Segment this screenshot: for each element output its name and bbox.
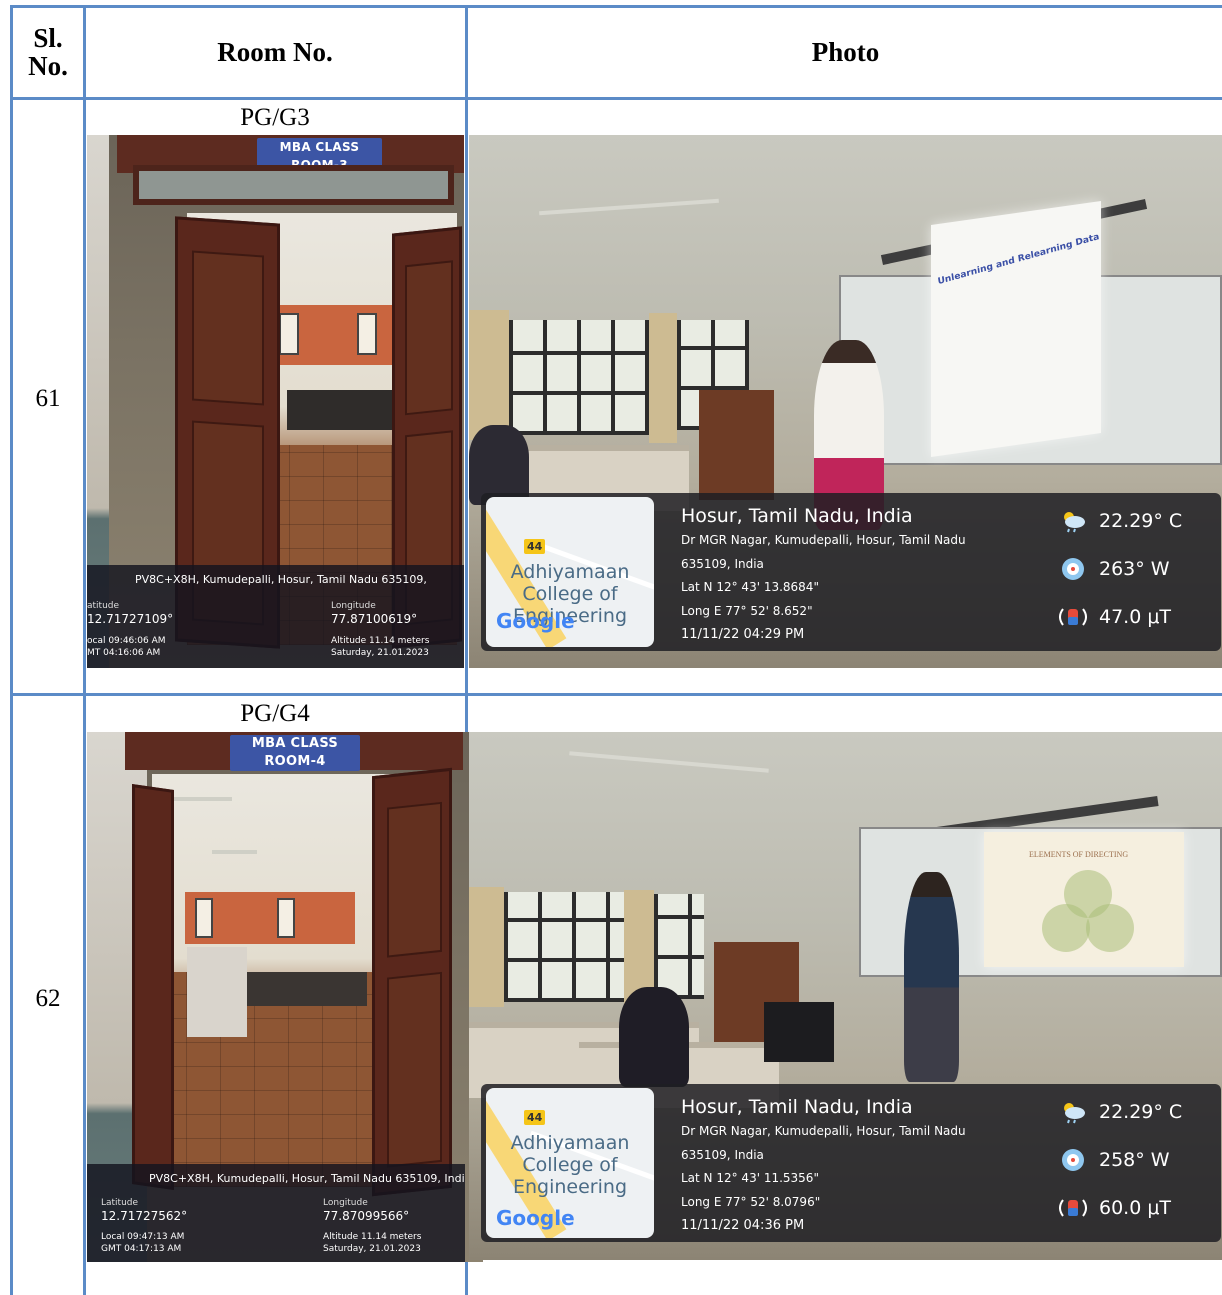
geotag-address: PV8C+X8H, Kumudepalli, Hosur, Tamil Nadu… <box>149 1172 465 1185</box>
presenter <box>904 872 959 1082</box>
classroom-photo-pg-g4: ELEMENTS OF DIRECTING 44 Adhiyamaan Coll… <box>469 732 1222 1260</box>
ceiling-fan <box>539 198 719 216</box>
gps-card: 44 Adhiyamaan College of Engineering Goo… <box>481 493 1221 651</box>
table-border-col1 <box>83 5 86 1295</box>
magnetic-field-icon <box>1059 1196 1087 1220</box>
window <box>504 892 624 1002</box>
direction: 258° W <box>1099 1149 1170 1171</box>
direction: 263° W <box>1099 558 1170 580</box>
temperature: 22.29° C <box>1099 510 1183 532</box>
geotag-address: PV8C+X8H, Kumudepalli, Hosur, Tamil Nadu… <box>135 573 427 586</box>
door-left <box>132 784 174 1190</box>
datetime: 11/11/22 04:36 PM <box>681 1218 805 1233</box>
map-thumbnail: 44 Adhiyamaan College of Engineering Goo… <box>486 1088 654 1238</box>
magnetic-field: 60.0 μT <box>1099 1197 1172 1219</box>
geotag-latitude: 12.71727109° <box>87 612 174 626</box>
location-title: Hosur, Tamil Nadu, India <box>681 1096 913 1118</box>
row-61-room-no: PG/G3 <box>240 104 310 131</box>
location-title: Hosur, Tamil Nadu, India <box>681 505 913 527</box>
geotag-latitude: 12.71727562° <box>101 1209 188 1223</box>
geotag-overlay: PV8C+X8H, Kumudepalli, Hosur, Tamil Nadu… <box>87 565 464 668</box>
temperature: 22.29° C <box>1099 1101 1183 1123</box>
room-sign: MBA CLASS ROOM-4 <box>230 735 360 771</box>
gps-card: 44 Adhiyamaan College of Engineering Goo… <box>481 1084 1221 1242</box>
door-photo-pg-g4: MBA CLASS ROOM-4 PV8C+X8H, Kumudepalli, … <box>87 732 483 1262</box>
google-logo: Google <box>496 1206 575 1230</box>
classroom-photo-pg-g3: Unlearning and Relearning Data 44 Adhiya… <box>469 135 1222 668</box>
longitude: Long E 77° 52' 8.652" <box>681 604 813 618</box>
door-photo-pg-g3: MBA CLASS ROOM-3 PV8C+X8H, Kumudepalli, … <box>87 135 464 668</box>
door-right <box>372 767 452 1197</box>
geotag-longitude: 77.87099566° <box>323 1209 410 1223</box>
projection-screen: ELEMENTS OF DIRECTING <box>984 832 1184 967</box>
table-border-row1 <box>10 693 1222 696</box>
slide-title: ELEMENTS OF DIRECTING <box>1029 850 1129 859</box>
row-62-room-no: PG/G4 <box>240 700 310 727</box>
weather-cloud-icon <box>1059 1100 1087 1124</box>
header-sl-no: Sl. No. <box>28 22 68 81</box>
weather-cloud-icon <box>1059 509 1087 533</box>
row-61-sl-no: 61 <box>35 385 61 412</box>
table-border-left <box>10 5 13 1295</box>
latitude: Lat N 12° 43' 11.5356" <box>681 1171 819 1185</box>
magnetic-field: 47.0 μT <box>1099 606 1172 628</box>
map-place-name: Adhiyamaan College of Engineering <box>510 1132 630 1198</box>
slide-title: Unlearning and Relearning Data <box>937 232 1100 288</box>
projection-screen: Unlearning and Relearning Data <box>931 201 1101 457</box>
google-logo: Google <box>496 609 575 633</box>
map-thumbnail: 44 Adhiyamaan College of Engineering Goo… <box>486 497 654 647</box>
monitor <box>764 1002 834 1062</box>
longitude: Long E 77° 52' 8.0796" <box>681 1195 821 1209</box>
datetime: 11/11/22 04:29 PM <box>681 627 805 642</box>
latitude: Lat N 12° 43' 13.8684" <box>681 580 819 594</box>
row-62-sl-no: 62 <box>35 985 61 1012</box>
compass-icon <box>1059 1148 1087 1172</box>
window <box>509 320 649 435</box>
compass-icon <box>1059 557 1087 581</box>
podium <box>699 390 774 500</box>
geotag-overlay: PV8C+X8H, Kumudepalli, Hosur, Tamil Nadu… <box>87 1164 465 1262</box>
magnetic-field-icon <box>1059 605 1087 629</box>
geotag-longitude: 77.87100619° <box>331 612 418 626</box>
ceiling-fan <box>569 751 769 773</box>
header-photo: Photo <box>811 36 880 67</box>
header-room-no: Room No. <box>217 36 333 67</box>
